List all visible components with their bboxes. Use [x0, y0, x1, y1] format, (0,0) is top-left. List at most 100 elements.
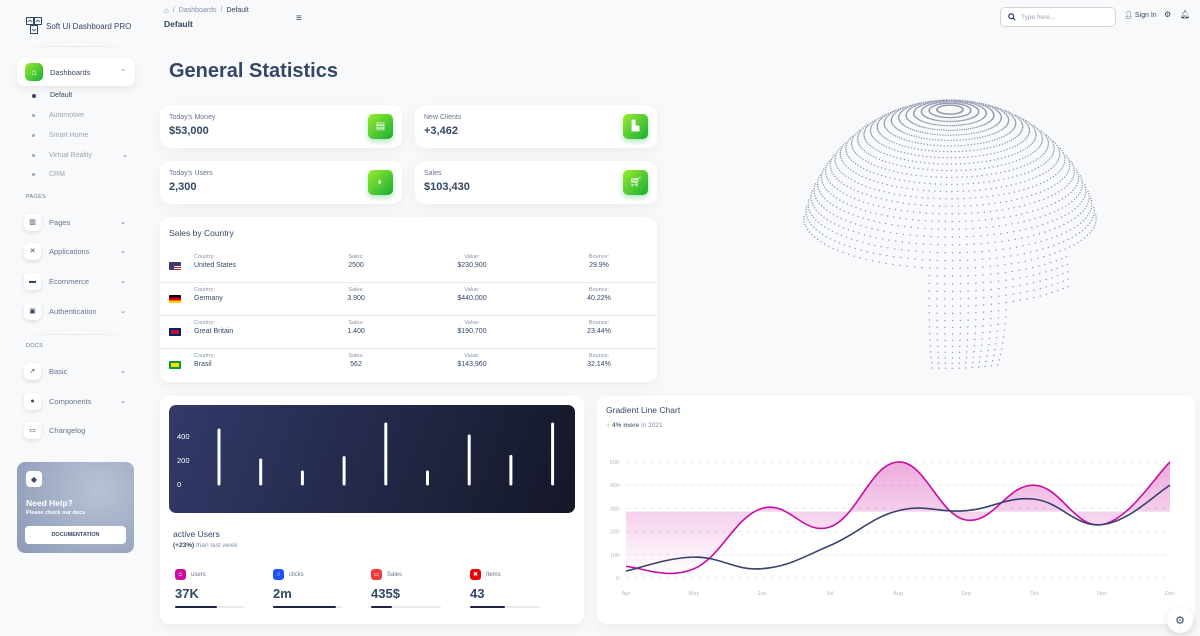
sidebar-item-ecommerce[interactable]: ▬ Ecommerce ⌄ [24, 272, 134, 290]
globe-dot [957, 198, 959, 200]
globe-dot [1037, 209, 1039, 211]
globe-dot [1043, 163, 1045, 165]
globe-dot [900, 256, 902, 259]
globe-dot [951, 305, 954, 307]
gear-icon[interactable]: ⚙ [1164, 10, 1171, 19]
sidebar-item-applications[interactable]: ✕ Applications ⌄ [24, 242, 134, 260]
sign-in-link[interactable]: 👤︎ Sign In [1124, 11, 1157, 20]
globe-dot [968, 133, 970, 135]
globe-dot [807, 201, 809, 204]
globe-dot [1002, 248, 1004, 250]
globe-dot [894, 208, 897, 211]
globe-dot [979, 155, 981, 157]
globe-dot [934, 101, 936, 103]
sidebar-item-label: Ecommerce [49, 276, 90, 286]
globe-dot [910, 174, 913, 176]
globe-dot [813, 226, 815, 228]
globe-dot [918, 154, 920, 157]
breadcrumb-dashboards[interactable]: Dashboards [179, 7, 217, 14]
help-card: ◆ Need Help? Please check our docs DOCUM… [17, 462, 134, 553]
globe-dot [847, 141, 849, 143]
globe-dot [1084, 227, 1087, 229]
sidebar-subitem-virtual-reality[interactable]: Virtual Reality ⌄ [32, 151, 130, 159]
globe-dot [825, 169, 827, 171]
globe-dot [868, 123, 870, 126]
documentation-button[interactable]: DOCUMENTATION [25, 526, 126, 544]
globe-dot [995, 249, 997, 251]
globe-dot [820, 241, 822, 243]
globe-dot [815, 229, 817, 231]
globe-dot [988, 181, 990, 183]
y-tick-label: 200 [177, 456, 190, 465]
sidebar-item-pages[interactable]: ▥ Pages ⌄ [24, 213, 134, 231]
globe-dot [1079, 203, 1081, 205]
globe-dot [896, 232, 898, 235]
bullet-icon [32, 93, 36, 98]
globe-dot [938, 129, 941, 131]
globe-dot [1053, 151, 1055, 153]
globe-dot [983, 296, 985, 299]
globe-dot [963, 205, 966, 207]
globe-dot [911, 128, 914, 131]
globe-dot [999, 130, 1001, 132]
sidebar-item-dashboards[interactable]: ⌂ Dashboards ⌃ [17, 58, 135, 86]
globe-dot [971, 220, 973, 222]
globe-dot [1040, 130, 1042, 132]
globe-dot [858, 232, 860, 234]
globe-dot [1059, 250, 1061, 252]
globe-dot [820, 214, 822, 216]
globe-dot [827, 228, 830, 230]
globe-dot [1072, 165, 1075, 167]
brand[interactable]: Soft UI Dashboard PRO [26, 17, 131, 35]
globe-dot [955, 134, 957, 136]
stat-label: Today's Money [169, 114, 216, 121]
globe-dot [956, 129, 959, 131]
globe-dot [817, 186, 819, 188]
globe-dot [959, 251, 961, 254]
globe-dot [1053, 149, 1055, 151]
metric-progress-fill [273, 606, 336, 608]
globe-dot [958, 362, 960, 364]
globe-dot [898, 109, 900, 112]
x-tick-label: Nov [1097, 591, 1107, 597]
sidebar-item-components[interactable]: ● Components ⌄ [24, 392, 134, 410]
home-icon[interactable]: ⌂ [164, 6, 169, 15]
globe-dot [999, 353, 1002, 356]
sidebar-subitem-label: CRM [49, 171, 65, 178]
sidebar-item-basic[interactable]: ➚ Basic ⌄ [24, 362, 134, 380]
globe-dot [1019, 299, 1022, 301]
sidebar-subitem-smart-home[interactable]: Smart Home [32, 132, 130, 139]
globe-dot [988, 128, 990, 130]
search-box[interactable] [1000, 7, 1116, 27]
globe-dot [1069, 229, 1071, 231]
globe-dot [852, 136, 855, 138]
hamburger-icon[interactable]: ≡ [296, 13, 305, 24]
globe-dot [1052, 152, 1054, 155]
globe-dot [853, 150, 855, 152]
globe-dot [1057, 209, 1060, 211]
globe-dot [886, 154, 888, 156]
globe-dot [1054, 252, 1056, 254]
settings-fab-button[interactable]: ⚙ [1167, 607, 1193, 633]
search-input[interactable] [1021, 13, 1101, 21]
globe-dot [967, 319, 969, 321]
globe-dot [975, 121, 977, 123]
sidebar-subitem-crm[interactable]: CRM [32, 171, 130, 178]
bell-icon[interactable]: 🔔︎ [1180, 10, 1190, 19]
sidebar-subitem-automotive[interactable]: Automotive [32, 112, 130, 119]
globe-dot [920, 175, 922, 177]
globe-dot [1042, 132, 1044, 134]
sidebar-subitem-default[interactable]: Default [32, 92, 130, 99]
globe-dot [820, 175, 823, 177]
globe-dot [981, 258, 984, 260]
globe-dot [940, 124, 942, 127]
sidebar-item-label: Components [49, 396, 92, 406]
globe-dot [938, 120, 940, 122]
sidebar-item-changelog[interactable]: ▭ Changelog [24, 421, 134, 439]
globe-dot [930, 123, 932, 125]
globe-dot [1012, 300, 1015, 303]
sidebar-item-authentication[interactable]: ▣ Authentication ⌄ [24, 302, 134, 320]
globe-dot [984, 129, 986, 132]
globe-dot [909, 234, 911, 236]
globe-dot [878, 150, 880, 152]
